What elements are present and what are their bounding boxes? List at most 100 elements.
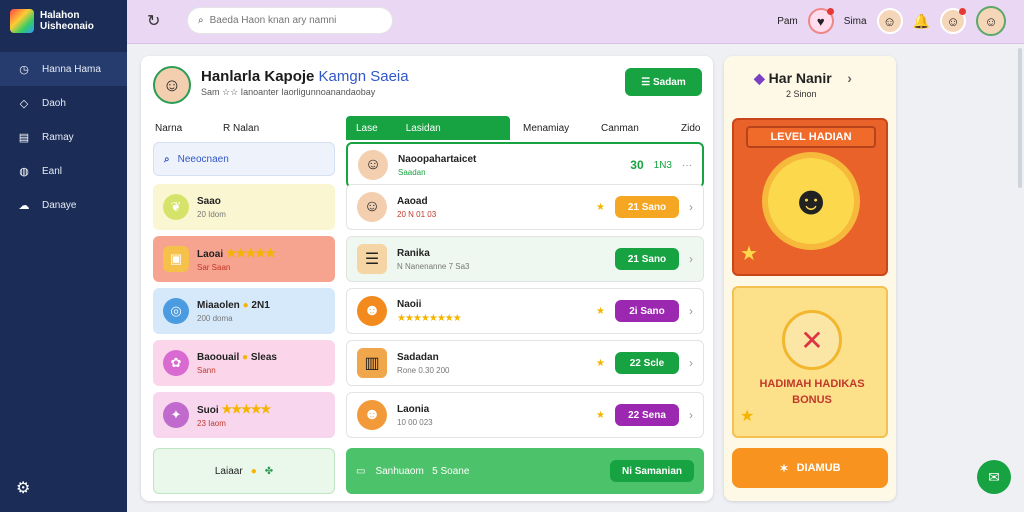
list-item[interactable]: ❦ Saao 20 Idom [153, 184, 335, 230]
cta-label: DIAMUB [796, 462, 841, 474]
bonus-card[interactable]: ✕ HADIMAH HADIKAS BONUS ★ [732, 286, 888, 438]
barrel-icon: ▥ [357, 348, 387, 378]
topbar: ↻ ⌕ Pam ♥ Sima ☺ 🔔 ☺ ☺ [127, 0, 1024, 44]
sparkle-icon: ✶ [779, 462, 789, 475]
bottom-row[interactable]: ▭ Sanhuaom 5 Soane Ni Samanian [346, 448, 704, 494]
table-row[interactable]: ☻ Laonia 10 00 023 ★ 22 Sena › [346, 392, 704, 438]
search-input[interactable] [209, 15, 370, 26]
row-title: Naoii [397, 298, 422, 310]
header-button[interactable]: ☰ Sadam [625, 68, 702, 96]
fox-icon: ☻ [357, 400, 387, 430]
tab-canman[interactable]: Canman [601, 116, 639, 140]
search-bar[interactable]: ⌕ [187, 7, 393, 34]
chevron-right-icon[interactable]: › [689, 304, 693, 318]
gem-icon: ◆ [754, 70, 765, 86]
chat-icon: ✉ [988, 468, 1000, 485]
cloud-icon: ☁ [18, 199, 30, 212]
sidebar-item-label: Danaye [42, 199, 77, 211]
level-banner: LEVEL HADIAN [746, 126, 876, 148]
scrollbar[interactable] [1018, 48, 1022, 188]
sidebar-item-eanl[interactable]: ◍ Eanl [0, 154, 127, 188]
sidebar-item-danaye[interactable]: ☁ Danaye [0, 188, 127, 222]
row-pill[interactable]: 22 Scle [615, 352, 679, 374]
row-sub: N Nanenanne 7 Sa3 [397, 261, 470, 271]
star-icon: ★ [740, 408, 755, 425]
sidebar-item-home[interactable]: ◷ Hanna Hama [0, 52, 127, 86]
list-item-sub: Sann [197, 365, 216, 375]
table-row[interactable]: ☰ Ranika N Nanenanne 7 Sa3 21 Sano › [346, 236, 704, 282]
table-row[interactable]: ☻ Naoii ★★★★★★★★ ★ 2i Sano › [346, 288, 704, 334]
list-item-sub: 200 doma [197, 313, 233, 323]
list-item[interactable]: ✦ Suoi ★★★★★ 23 Iaom [153, 392, 335, 438]
cash-icon: ▭ [356, 465, 366, 477]
avatar[interactable]: ☺ [940, 8, 966, 34]
search-icon: ⌕ [198, 15, 204, 26]
row-pill[interactable]: 2i Sano [615, 300, 679, 322]
row-pill[interactable]: 21 Sano [615, 196, 679, 218]
bell-icon[interactable]: 🔔 [913, 13, 930, 30]
list-item-title: Baoouail [197, 351, 240, 363]
chevron-right-icon[interactable]: › [689, 200, 693, 214]
bonus-line1: HADIMAH HADIKAS [759, 378, 865, 390]
avatar: ☺ [357, 192, 387, 222]
chat-fab[interactable]: ✉ [977, 460, 1011, 494]
list-item[interactable]: ⌕ Neeocnaen [153, 142, 335, 176]
app-logo[interactable]: Halahon Uisheonaio [0, 0, 127, 42]
tab-active[interactable]: Lase Lasidan [346, 116, 510, 140]
list-item[interactable]: ✿ Baoouail ● Sleas Sann [153, 340, 335, 386]
sidebar: Halahon Uisheonaio ◷ Hanna Hama ◇ Daoh ▤ Ram… [0, 0, 127, 512]
sidebar-item-daoh[interactable]: ◇ Daoh [0, 86, 127, 120]
row-title: Naoopahartaicet [398, 153, 477, 165]
chevron-right-icon[interactable]: › [689, 408, 693, 422]
page-title: Hanlarla Kapoje Kamgn Saeia [201, 68, 409, 85]
list-item-title: Saao [197, 195, 221, 207]
col-header[interactable]: R Nalan [223, 116, 259, 140]
list-item-extra: Sleas [250, 351, 277, 363]
row-title: Ranika [397, 247, 430, 259]
table-row[interactable]: ☺ Aaoad 20 N 01 03 ★ 21 Sano › [346, 184, 704, 230]
gear-icon[interactable]: ⚙ [16, 478, 30, 498]
row-pill[interactable]: 22 Sena [615, 404, 679, 426]
row-pill[interactable]: 21 Sano [615, 248, 679, 270]
sidebar-item-label: Daoh [42, 97, 66, 109]
col-header[interactable]: Narna [155, 116, 182, 140]
bottom-left-button[interactable]: Laiaar ● ✤ [153, 448, 335, 494]
list-item[interactable]: ◎ Miaaolen ● 2N1 200 doma [153, 288, 335, 334]
star-icon: ★ [596, 409, 605, 421]
list-item-title: Miaaolen [197, 299, 240, 311]
more-icon[interactable]: ··· [682, 160, 692, 171]
bottom-row-label: Sanhuaom [375, 465, 424, 477]
profile-avatar[interactable]: ☺ [976, 6, 1006, 36]
panel-header[interactable]: ◆ Har Nanir › [754, 70, 852, 87]
refresh-icon[interactable]: ↻ [147, 11, 160, 31]
tab-zido[interactable]: Zido [681, 116, 700, 140]
avatar[interactable]: ☺ [876, 8, 903, 34]
cta-button[interactable]: ✶ DIAMUB [732, 448, 888, 488]
level-card[interactable]: LEVEL HADIAN ☻ ★ [732, 118, 888, 276]
star-icon: ★ [596, 357, 605, 369]
globe-icon: ◍ [19, 165, 29, 178]
star-icon: ★ [740, 243, 758, 265]
user-label: Pam [777, 15, 798, 27]
table-row[interactable]: ▥ Sadadan Rone 0.30 200 ★ 22 Scle › [346, 340, 704, 386]
tab-menamiay[interactable]: Menamiay [523, 116, 569, 140]
list-item-extra: 2N1 [251, 299, 270, 311]
avatar[interactable]: ♥ [807, 8, 834, 34]
burger-icon: ☰ [357, 244, 387, 274]
sidebar-item-ramay[interactable]: ▤ Ramay [0, 120, 127, 154]
row-sub: 10 00 023 [397, 417, 433, 427]
chevron-right-icon[interactable]: › [689, 356, 693, 370]
list-item-title: Suoi [197, 405, 219, 416]
swirl-icon: ✦ [163, 402, 189, 428]
calendar-icon: ▤ [18, 131, 30, 144]
table-row[interactable]: ☺ Naoopahartaicet Saadan 30 1N3 ··· [346, 142, 704, 188]
coin-icon: ● [250, 465, 257, 477]
main-card: ☺ Hanlarla Kapoje Kamgn Saeia Sam ☆☆ Ian… [141, 56, 713, 501]
list-item-sub: 23 Iaom [197, 419, 226, 428]
bottom-row-button[interactable]: Ni Samanian [610, 460, 694, 482]
chevron-right-icon[interactable]: › [689, 252, 693, 266]
clock-icon: ◷ [19, 63, 29, 76]
list-item[interactable]: ▣ Laoai ★★★★★ Sar Saan [153, 236, 335, 282]
spiral-icon: ✿ [163, 350, 189, 376]
face-icon: ☻ [357, 296, 387, 326]
